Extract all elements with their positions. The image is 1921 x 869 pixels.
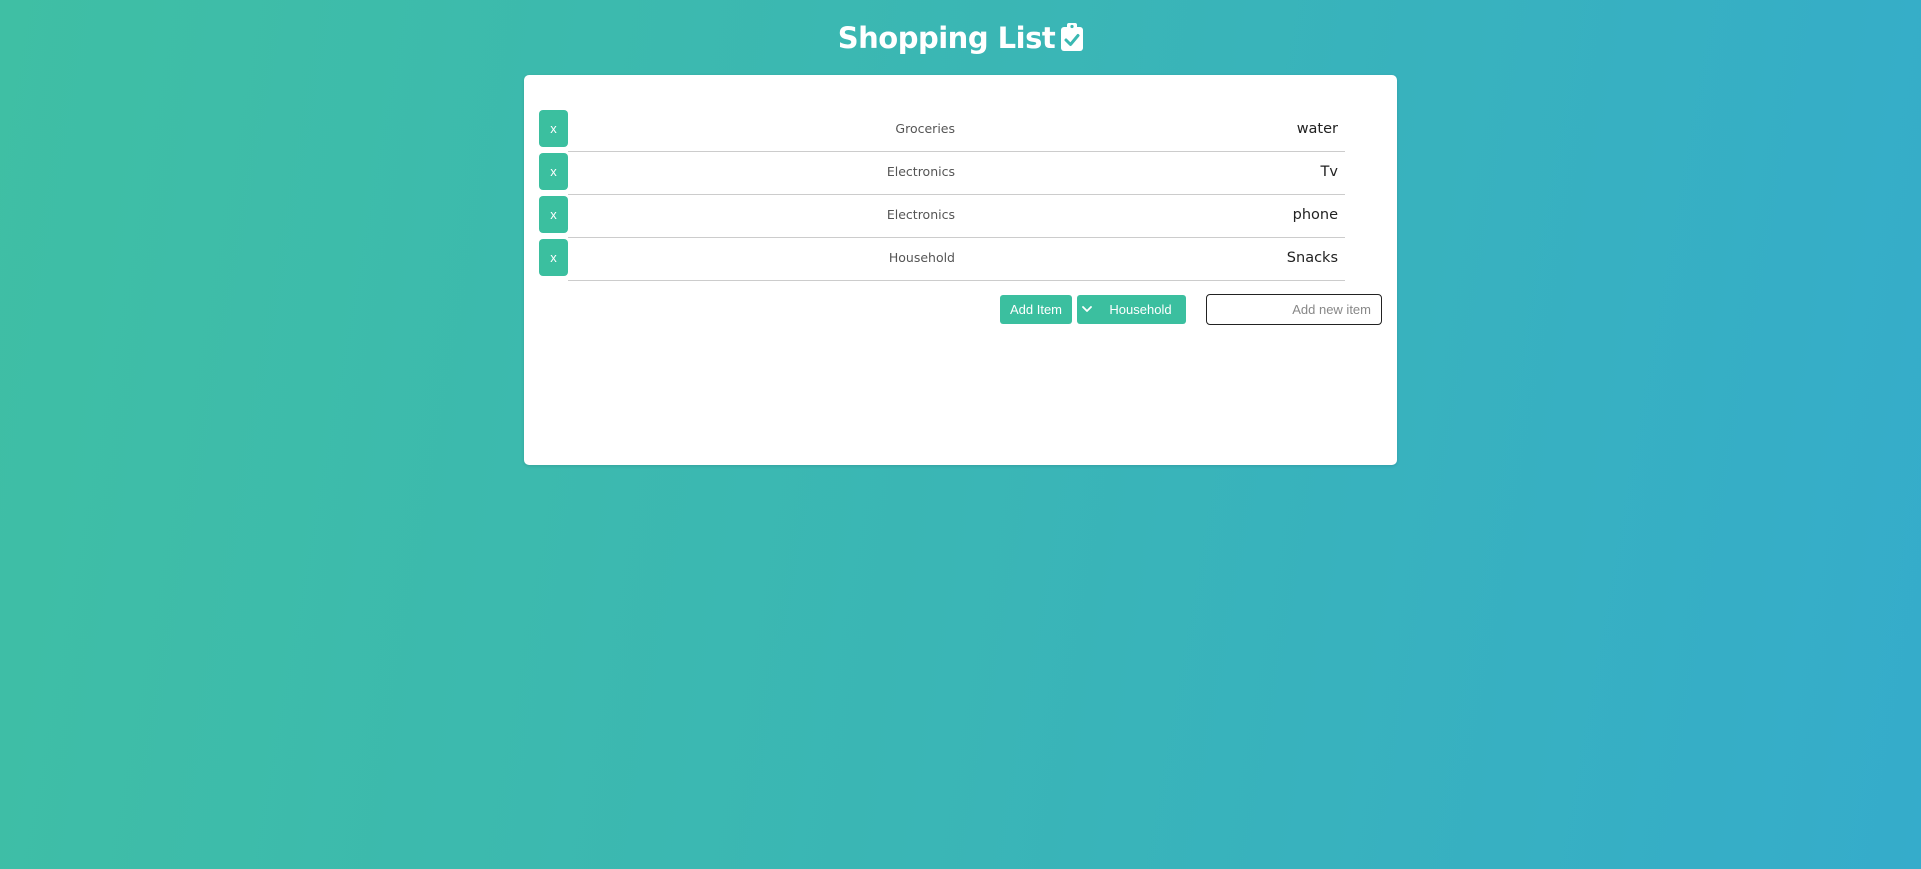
list-item: x Electronics Tv [539,152,1345,195]
delete-item-button[interactable]: x [539,196,568,233]
item-list: x Groceries water x Electronics Tv x Ele… [539,109,1345,281]
delete-item-button[interactable]: x [539,110,568,147]
page-title: Shopping List [837,21,1056,55]
delete-item-button[interactable]: x [539,239,568,276]
chevron-down-icon [1082,295,1094,324]
item-name: Snacks [1286,250,1338,266]
clipboard-check-icon [1061,21,1084,61]
add-item-button[interactable]: Add Item [1000,295,1072,324]
list-item: x Electronics phone [539,195,1345,238]
item-category: Electronics [886,164,955,179]
item-category: Electronics [886,207,955,222]
list-item: x Groceries water [539,109,1345,152]
item-name: water [1296,121,1338,137]
list-item: x Household Snacks [539,238,1345,281]
item-category: Household [888,250,955,265]
page-title-wrap: Shopping List [0,18,1921,61]
category-select-value: Household [1109,302,1172,317]
item-name: Tv [1320,164,1338,180]
shopping-card: x Groceries water x Electronics Tv x Ele… [524,75,1397,465]
delete-item-button[interactable]: x [539,153,568,190]
category-select[interactable]: Household [1077,295,1186,324]
item-category: Groceries [895,121,955,136]
new-item-input[interactable] [1206,294,1382,325]
add-item-form: Add Item Household [524,294,1382,325]
item-name: phone [1292,207,1338,223]
